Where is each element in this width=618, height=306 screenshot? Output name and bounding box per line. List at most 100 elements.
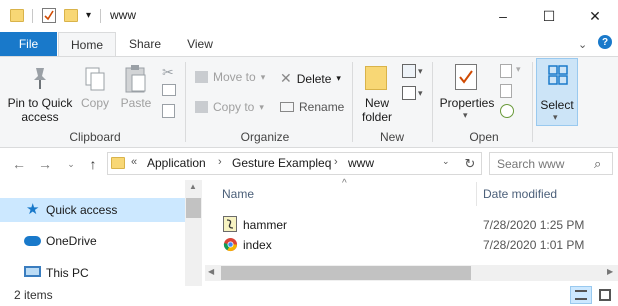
organize-group-label: Organize: [240, 130, 290, 144]
details-view-button[interactable]: [570, 286, 592, 304]
breadcrumb-item-gesture-exampleq[interactable]: Gesture Exampleq: [232, 156, 331, 170]
item-count: 2 items: [14, 288, 53, 302]
help-icon[interactable]: ?: [598, 35, 612, 49]
details-view-icon: [575, 290, 587, 300]
expand-ribbon-icon[interactable]: ⌄: [578, 38, 587, 51]
copy-path-icon[interactable]: [162, 84, 176, 96]
refresh-icon[interactable]: ↻: [460, 154, 480, 174]
new-folder-label: New folder: [361, 96, 393, 124]
rename-icon: [280, 102, 294, 112]
divider: [432, 62, 433, 142]
copy-icon: [84, 66, 106, 95]
tab-home[interactable]: Home: [58, 32, 116, 57]
delete-x-icon: ✕: [280, 70, 292, 86]
select-button[interactable]: Select ▾: [536, 58, 578, 126]
breadcrumb-overflow[interactable]: «: [131, 156, 137, 168]
divider: [100, 9, 101, 23]
chevron-down-icon: ▾: [463, 110, 468, 120]
forward-arrow-icon[interactable]: →: [36, 155, 54, 173]
file-name: hammer: [243, 218, 288, 232]
new-item-icon[interactable]: [402, 64, 416, 78]
tab-view[interactable]: View: [178, 32, 222, 56]
properties-button[interactable]: Properties ▾: [438, 62, 496, 126]
breadcrumb-item-www[interactable]: www: [348, 156, 374, 170]
back-arrow-icon[interactable]: ←: [10, 155, 28, 173]
paste-button[interactable]: Paste: [118, 62, 154, 126]
move-to-icon: [195, 71, 208, 83]
chevron-down-icon: ▾: [516, 64, 521, 74]
rename-label: Rename: [299, 100, 345, 114]
properties-label: Properties: [439, 96, 495, 110]
copy-to-icon: [195, 101, 208, 113]
nav-item-this-pc[interactable]: This PC: [0, 261, 185, 285]
easy-access-icon[interactable]: [402, 86, 416, 100]
chevron-down-icon: ▾: [418, 66, 423, 76]
scroll-right-arrow-icon[interactable]: ▶: [607, 267, 613, 276]
nav-item-quick-access[interactable]: ★ Quick access: [0, 198, 185, 222]
script-file-icon: [223, 216, 237, 232]
breadcrumb-chevron-icon[interactable]: ›: [334, 156, 338, 168]
nav-item-onedrive[interactable]: OneDrive: [0, 229, 185, 253]
up-arrow-icon[interactable]: ↑: [84, 155, 102, 173]
properties-quick-icon[interactable]: [42, 8, 56, 23]
navpane-scroll-thumb[interactable]: [186, 198, 201, 218]
delete-button[interactable]: ✕ Delete ▾: [280, 70, 341, 87]
tab-file[interactable]: File: [0, 32, 57, 56]
open-icon[interactable]: [500, 64, 512, 78]
pin-label: Pin to Quick access: [7, 96, 73, 124]
column-divider[interactable]: [476, 182, 477, 206]
customize-quick-access-icon[interactable]: ▾: [86, 10, 91, 21]
rename-button[interactable]: Rename: [280, 100, 344, 114]
select-label: Select: [540, 98, 574, 112]
horizontal-scroll-thumb[interactable]: [221, 266, 471, 280]
status-bar: [0, 286, 618, 306]
minimize-button[interactable]: –: [480, 0, 526, 32]
copy-to-button[interactable]: Copy to ▾: [195, 100, 264, 114]
divider: [352, 62, 353, 142]
window-title: www: [110, 8, 136, 22]
move-to-button[interactable]: Move to ▾: [195, 70, 265, 84]
divider: [32, 9, 33, 23]
delete-label: Delete: [296, 71, 332, 86]
column-header-date-modified[interactable]: Date modified: [483, 187, 557, 201]
copy-label: Copy: [80, 96, 109, 110]
chevron-down-icon: ▾: [336, 73, 341, 83]
new-folder-icon: [365, 66, 387, 90]
sort-ascending-icon: ^: [342, 178, 347, 189]
navpane-scrollbar[interactable]: [185, 180, 202, 286]
large-icons-view-button[interactable]: [594, 286, 616, 304]
copy-button[interactable]: Copy: [80, 62, 110, 126]
properties-icon: [455, 64, 477, 90]
scroll-up-arrow-icon[interactable]: ▲: [189, 182, 197, 191]
search-input[interactable]: Search www ⌕: [489, 152, 613, 175]
move-to-label: Move to: [213, 70, 256, 84]
paste-shortcut-icon[interactable]: [162, 104, 175, 118]
paste-icon: [124, 64, 148, 97]
chevron-down-icon: ▾: [259, 101, 264, 112]
nav-item-label: This PC: [46, 266, 89, 280]
breadcrumb-chevron-icon[interactable]: ›: [218, 156, 222, 168]
maximize-button[interactable]: ☐: [526, 0, 572, 32]
chevron-down-icon: ▾: [260, 71, 266, 82]
clipboard-group-label: Clipboard: [69, 130, 121, 144]
open-group-label: Open: [469, 130, 499, 144]
close-button[interactable]: ✕: [572, 0, 618, 32]
cut-icon[interactable]: ✂: [162, 64, 174, 81]
pin-to-quick-access-button[interactable]: Pin to Quick access: [4, 62, 76, 126]
column-header-name[interactable]: Name: [222, 187, 254, 201]
divider: [532, 62, 533, 142]
scroll-left-arrow-icon[interactable]: ◀: [208, 267, 214, 276]
tab-share[interactable]: Share: [122, 32, 168, 56]
folder-icon: [10, 9, 24, 22]
new-folder-button[interactable]: New folder: [356, 62, 398, 126]
new-group-label: New: [379, 130, 404, 144]
new-folder-quick-icon[interactable]: [64, 9, 78, 22]
edit-icon[interactable]: [500, 84, 512, 98]
history-icon[interactable]: [500, 104, 514, 118]
chevron-down-icon: ▾: [553, 112, 558, 122]
star-icon: ★: [26, 201, 40, 218]
breadcrumb-item-application[interactable]: Application: [147, 156, 206, 170]
address-dropdown-icon[interactable]: ⌄: [442, 156, 450, 167]
recent-locations-chevron-icon[interactable]: ⌄: [62, 155, 80, 173]
computer-icon: [24, 266, 41, 277]
